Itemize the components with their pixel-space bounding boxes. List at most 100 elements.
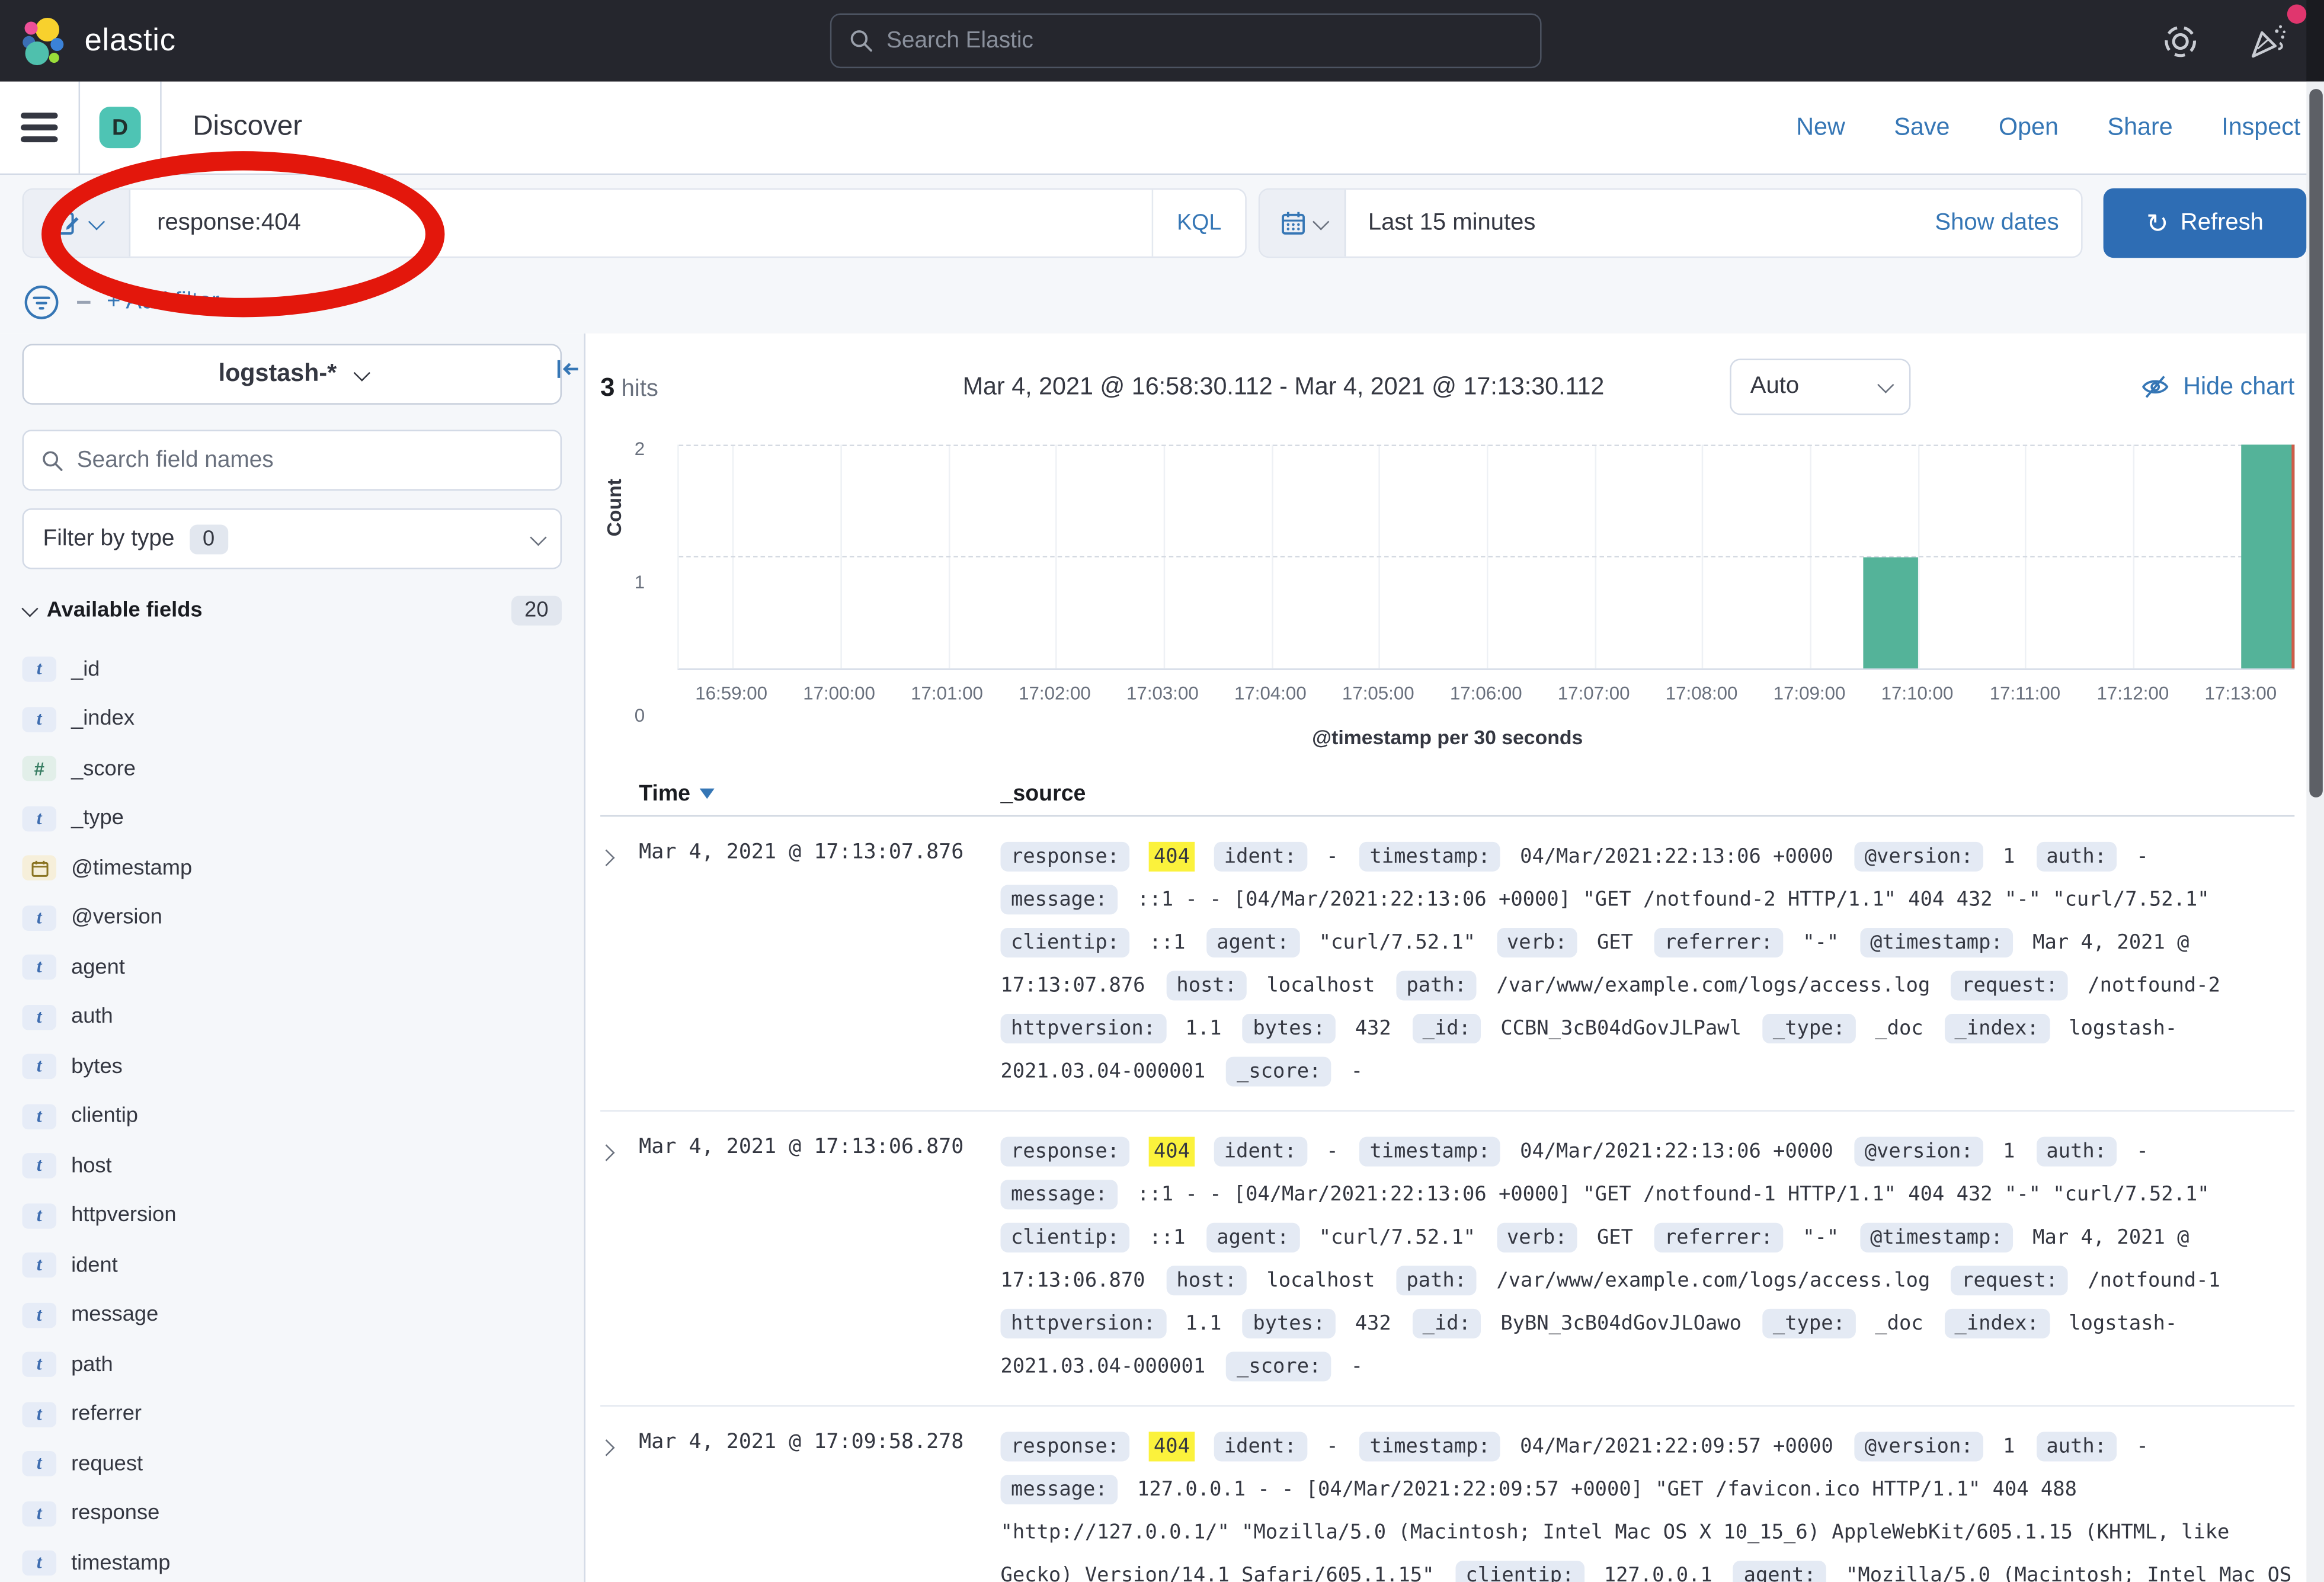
show-dates-button[interactable]: Show dates [1935, 210, 2059, 236]
field-label: timestamp: [1359, 842, 1500, 872]
field-search-input[interactable] [77, 447, 543, 473]
field-value: 127.0.0.1 [1604, 1564, 1712, 1582]
collapse-sidebar-button[interactable] [552, 353, 584, 393]
field-value: GET [1597, 931, 1633, 955]
field-label: httpversion: [1001, 1309, 1166, 1338]
share-button[interactable]: Share [2108, 113, 2173, 142]
field-value: /var/www/example.com/logs/access.log [1496, 1269, 1930, 1292]
string-type-icon: t [23, 1253, 57, 1278]
string-type-icon: t [23, 707, 57, 732]
field-label: timestamp: [1359, 1137, 1500, 1167]
interval-select[interactable]: Auto [1730, 358, 1910, 415]
saved-query-icon [53, 210, 79, 236]
field-item-path[interactable]: tpath [23, 1340, 562, 1389]
add-filter-button[interactable]: + Add filter [107, 289, 219, 316]
current-time-marker [2291, 444, 2294, 668]
available-fields-toggle[interactable]: Available fields 20 [23, 596, 562, 626]
field-item-_score[interactable]: #_score [23, 744, 562, 794]
x-tick-label: 17:13:00 [2204, 683, 2277, 704]
field-item-_index[interactable]: t _index [23, 694, 562, 744]
field-search[interactable] [23, 430, 562, 491]
field-label: httpversion: [1001, 1014, 1166, 1043]
field-name: path [71, 1353, 113, 1376]
results-header: 3 hits Mar 4, 2021 @ 16:58:30.112 - Mar … [600, 354, 2324, 419]
main-panel: 3 hits Mar 4, 2021 @ 16:58:30.112 - Mar … [585, 334, 2324, 1582]
field-value: "-" [1803, 1226, 1839, 1250]
field-item-_type[interactable]: t_type [23, 794, 562, 844]
field-name: _index [71, 707, 135, 731]
field-item-_id[interactable]: t_id [23, 645, 562, 694]
string-type-icon: t [23, 905, 57, 931]
inspect-button[interactable]: Inspect [2221, 113, 2300, 142]
query-language-button[interactable]: KQL [1152, 190, 1246, 257]
chevron-down-icon [1313, 213, 1329, 229]
plot-area[interactable] [677, 444, 2294, 670]
time-range-value[interactable]: Last 15 minutes [1368, 210, 1536, 236]
time-column-header[interactable]: Time [639, 781, 1000, 806]
expand-row-icon[interactable] [600, 1426, 639, 1582]
field-label: response: [1001, 1137, 1130, 1167]
x-tick-label: 17:12:00 [2097, 683, 2169, 704]
query-input[interactable] [157, 210, 1151, 236]
field-item-@version[interactable]: t@version [23, 893, 562, 943]
string-type-icon: t [23, 1104, 57, 1129]
global-search[interactable] [830, 14, 1542, 69]
main-menu-button[interactable] [0, 82, 79, 174]
space-switcher-button[interactable]: D [80, 82, 160, 174]
field-value: - [1326, 1140, 1338, 1164]
field-value: /notfound-1 [2088, 1269, 2220, 1292]
field-value: 1.1 [1185, 1312, 1221, 1336]
elastic-logo[interactable]: elastic [21, 15, 176, 66]
field-item-response[interactable]: tresponse [23, 1489, 562, 1539]
scrollbar-thumb[interactable] [2309, 89, 2322, 798]
field-value: ByBN_3cB04dGovJLOawo [1500, 1312, 1742, 1336]
field-item-ident[interactable]: tident [23, 1241, 562, 1290]
doc-source: response: 404 ident: - timestamp: 04/Mar… [1001, 836, 2295, 1094]
field-item-request[interactable]: trequest [23, 1439, 562, 1489]
hide-chart-button[interactable]: Hide chart [2140, 372, 2295, 402]
field-label: agent: [1733, 1561, 1826, 1582]
field-item-auth[interactable]: tauth [23, 992, 562, 1042]
elastic-logo-icon [21, 15, 71, 66]
field-item-host[interactable]: thost [23, 1141, 562, 1191]
expand-row-icon[interactable] [600, 1131, 639, 1389]
filter-menu-icon[interactable] [23, 283, 61, 322]
filter-by-type-select[interactable]: Filter by type 0 [23, 508, 562, 569]
open-button[interactable]: Open [1999, 113, 2059, 142]
date-quick-select-button[interactable] [1260, 190, 1346, 257]
field-item-referrer[interactable]: treferrer [23, 1389, 562, 1439]
save-button[interactable]: Save [1894, 113, 1950, 142]
calendar-icon [1281, 210, 1306, 236]
field-item-clientip[interactable]: t clientip [23, 1091, 562, 1141]
field-name: clientip [71, 1104, 138, 1128]
field-value: localhost [1266, 1269, 1375, 1292]
field-item-bytes[interactable]: tbytes [23, 1042, 562, 1092]
scrollbar-track[interactable] [2306, 82, 2324, 1582]
field-label: verb: [1496, 928, 1577, 957]
field-item-message[interactable]: tmessage [23, 1290, 562, 1340]
new-button[interactable]: New [1796, 113, 1845, 142]
field-item-agent[interactable]: tagent [23, 943, 562, 992]
histogram-bar[interactable] [2240, 444, 2294, 668]
help-icon[interactable] [2161, 21, 2200, 60]
field-value: /var/www/example.com/logs/access.log [1496, 973, 1930, 997]
eye-slash-icon [2140, 372, 2170, 402]
field-item-httpversion[interactable]: thttpversion [23, 1191, 562, 1241]
x-tick-label: 17:10:00 [1881, 683, 1954, 704]
newsfeed-icon[interactable] [2247, 20, 2288, 62]
doc-timestamp: Mar 4, 2021 @ 17:13:06.870 [639, 1131, 1000, 1389]
refresh-button[interactable]: ↻ Refresh [2104, 188, 2307, 258]
field-label: request: [1951, 971, 2069, 1000]
global-search-input[interactable] [886, 27, 1522, 54]
field-item-@timestamp[interactable]: @timestamp [23, 843, 562, 893]
field-value: - [1326, 1434, 1338, 1458]
histogram-chart[interactable]: Count 012 16:59:0017:00:0017:01:0017:02:… [600, 444, 2294, 748]
saved-query-menu-button[interactable] [24, 190, 130, 257]
index-pattern-select[interactable]: logstash-* [23, 344, 562, 405]
field-label: referrer: [1654, 928, 1783, 957]
y-tick-label: 2 [635, 438, 645, 459]
field-value: 1.1 [1185, 1017, 1221, 1040]
expand-row-icon[interactable] [600, 836, 639, 1094]
histogram-bar[interactable] [1864, 556, 1918, 668]
field-item-timestamp[interactable]: ttimestamp [23, 1539, 562, 1582]
